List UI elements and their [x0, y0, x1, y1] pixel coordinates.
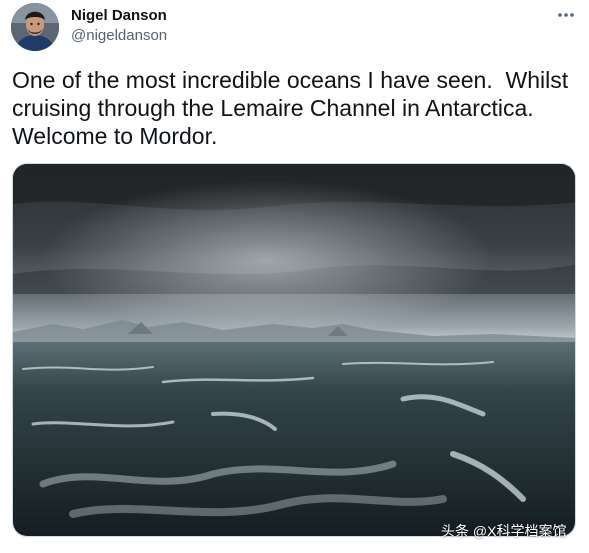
- tweet: Nigel Danson @nigeldanson One of the mos…: [0, 0, 589, 553]
- more-button[interactable]: [551, 4, 581, 26]
- tweet-media-photo[interactable]: [12, 163, 576, 537]
- author-name[interactable]: Nigel Danson: [71, 7, 167, 25]
- tweet-text: One of the most incredible oceans I have…: [12, 67, 575, 149]
- avatar[interactable]: [11, 3, 59, 51]
- watermark: 头条 @X科学档案馆: [441, 523, 567, 539]
- ocean-photo: [13, 164, 575, 536]
- author-handle[interactable]: @nigeldanson: [71, 27, 167, 45]
- avatar-image: [11, 3, 59, 51]
- more-horizontal-icon: [558, 13, 574, 17]
